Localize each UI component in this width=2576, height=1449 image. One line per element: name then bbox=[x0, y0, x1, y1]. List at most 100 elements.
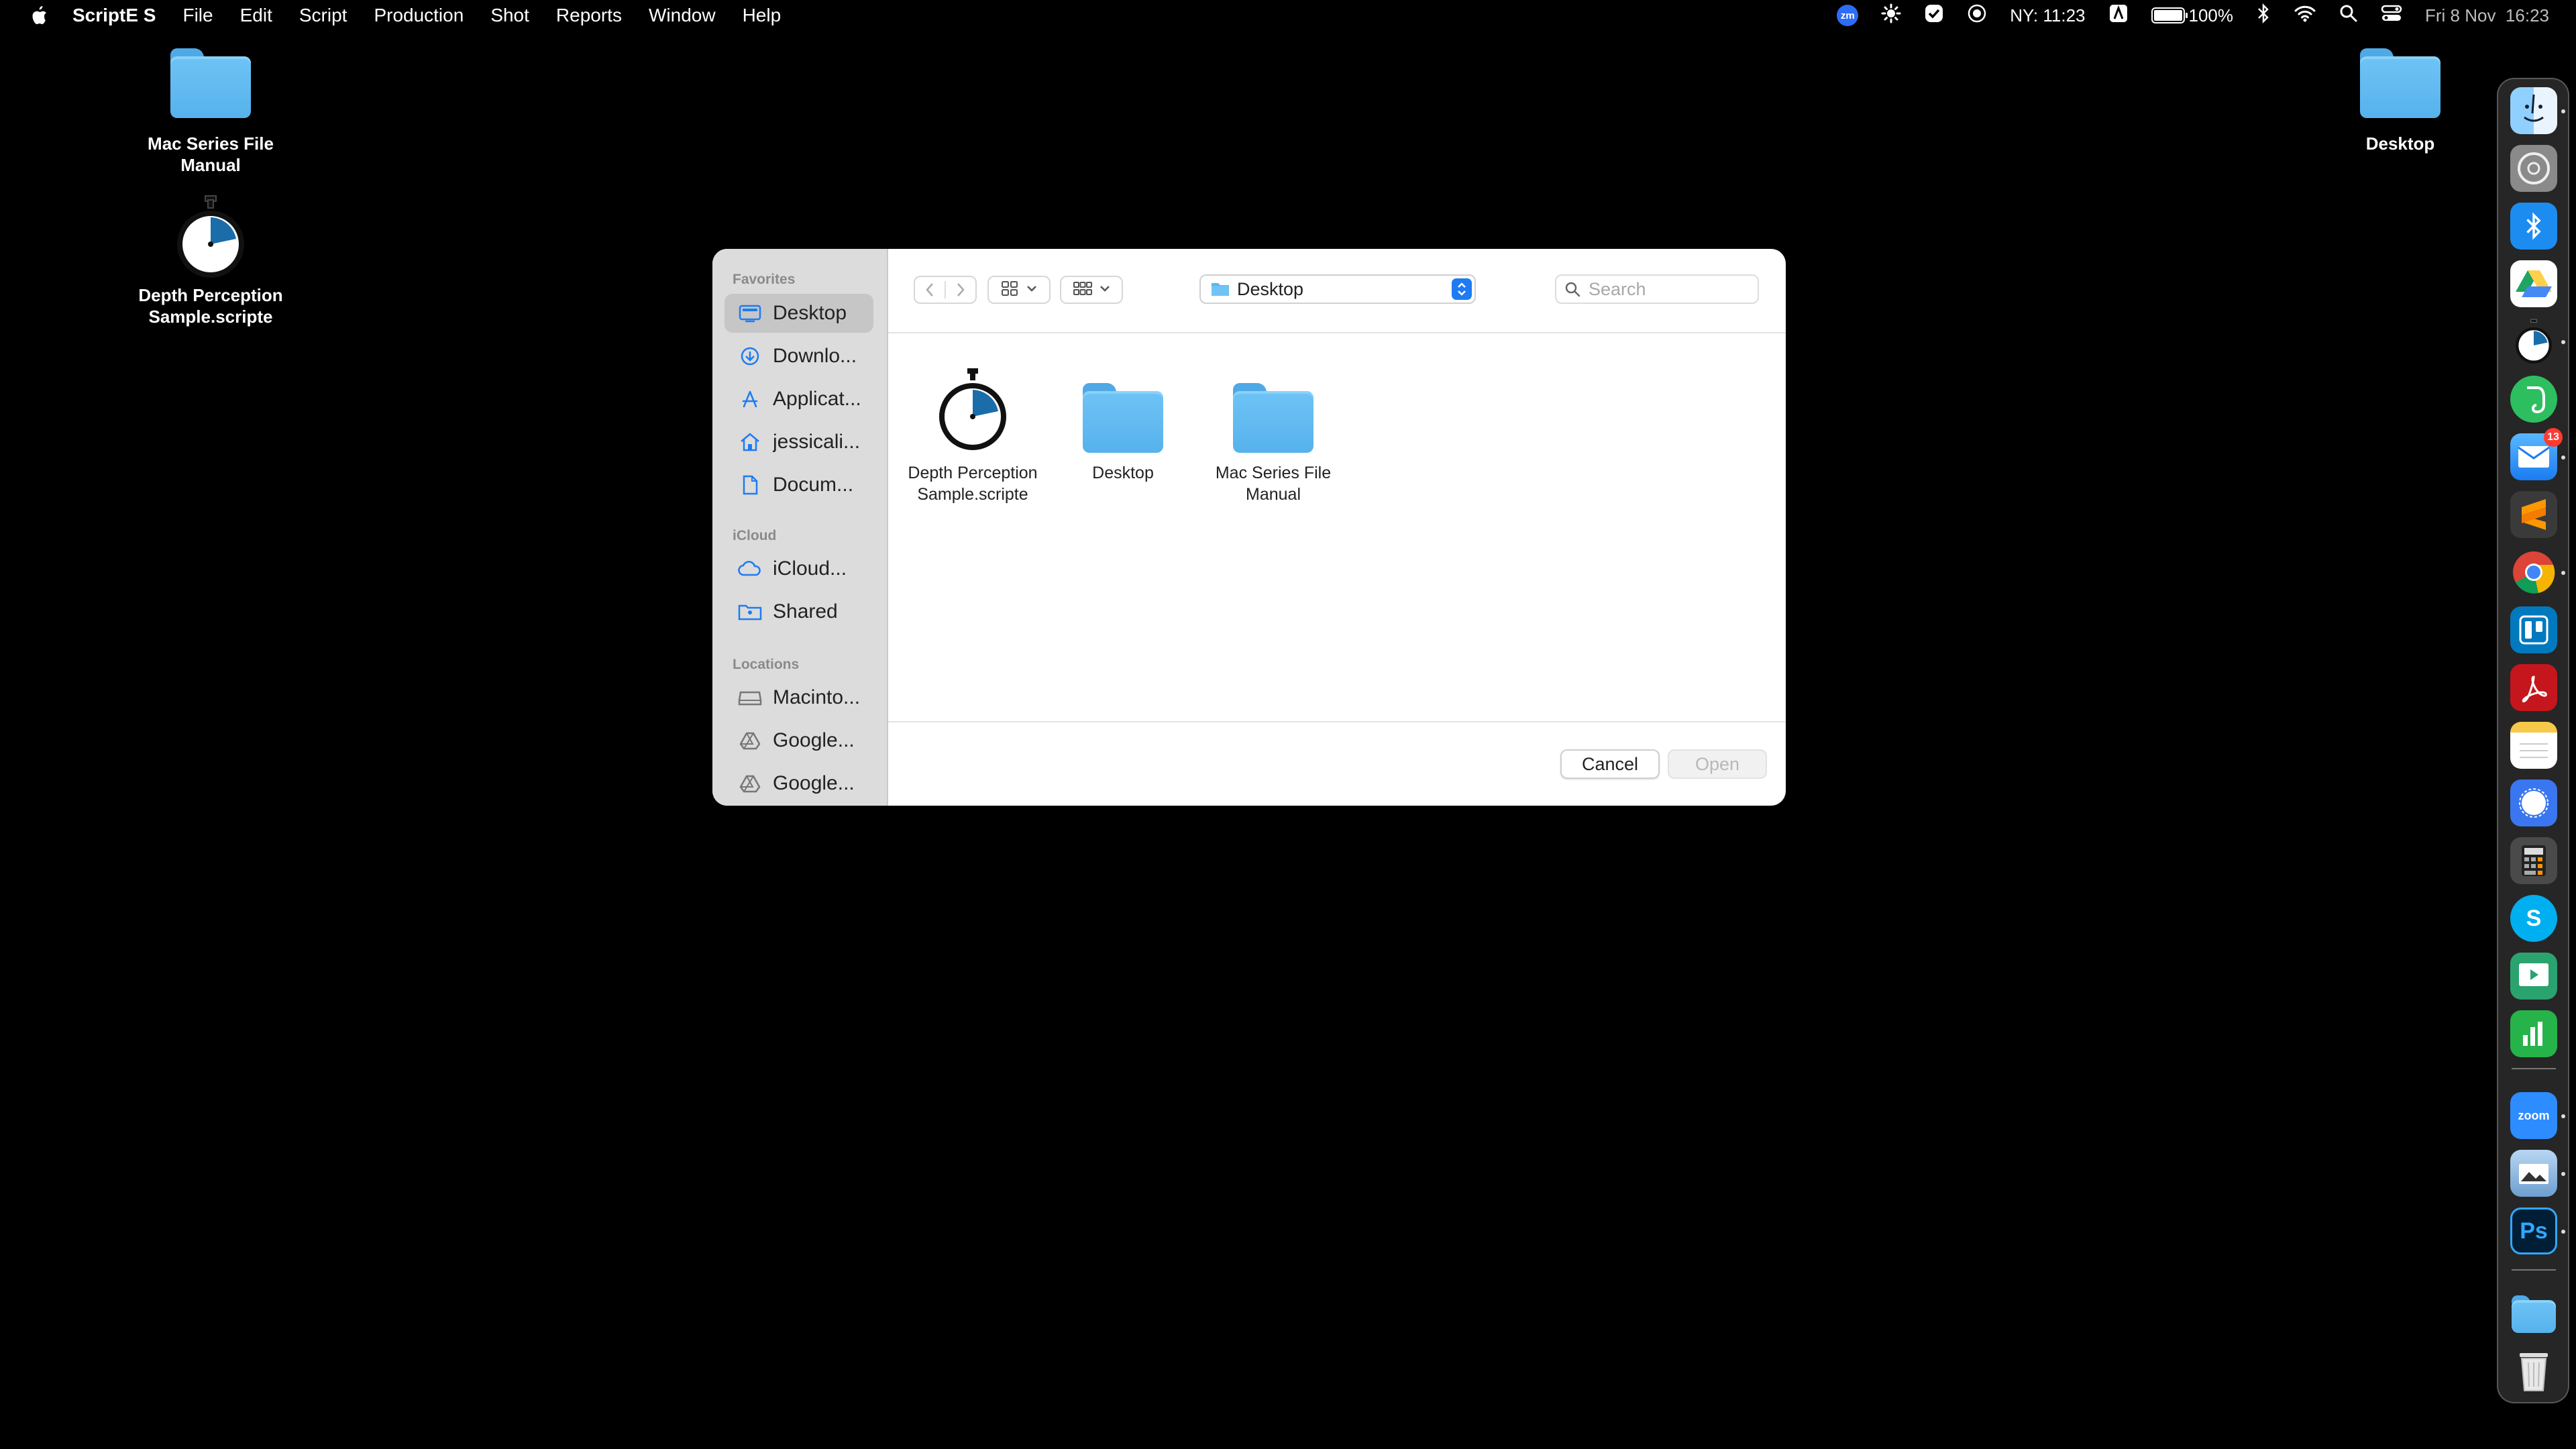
chevron-down-icon bbox=[1099, 284, 1110, 296]
apple-menu-icon[interactable] bbox=[27, 3, 50, 28]
nav-back-forward bbox=[914, 276, 977, 304]
dock-bluetooth-icon[interactable] bbox=[2510, 203, 2557, 250]
dock-evernote-icon[interactable] bbox=[2510, 376, 2557, 423]
control-center-icon[interactable] bbox=[2381, 4, 2402, 28]
up-down-stepper-icon bbox=[1452, 278, 1472, 300]
text-app-icon[interactable] bbox=[2108, 3, 2129, 28]
applications-icon bbox=[737, 389, 763, 409]
sidebar-item-google-drive-1[interactable]: Google... bbox=[724, 721, 873, 760]
cancel-button[interactable]: Cancel bbox=[1560, 749, 1660, 779]
zoom-status-icon[interactable]: zm bbox=[1837, 5, 1859, 26]
dock-mail-icon[interactable]: 13 bbox=[2510, 428, 2563, 480]
chevron-left-icon[interactable] bbox=[915, 282, 945, 297]
dock-photoshop-icon[interactable]: Ps bbox=[2510, 1208, 2557, 1254]
chevron-right-icon[interactable] bbox=[946, 282, 975, 297]
file-menu[interactable]: File bbox=[182, 5, 213, 26]
open-button[interactable]: Open bbox=[1668, 749, 1767, 779]
edit-menu[interactable]: Edit bbox=[240, 5, 272, 26]
skype-label: S bbox=[2526, 905, 2542, 931]
reports-menu[interactable]: Reports bbox=[556, 5, 622, 26]
sidebar-item-label: Applicat... bbox=[773, 388, 861, 410]
stopwatch-icon bbox=[174, 193, 248, 280]
dock-sublime-text-icon[interactable] bbox=[2510, 491, 2557, 538]
sidebar-item-icloud-drive[interactable]: iCloud... bbox=[724, 549, 873, 588]
file-item-mac-series[interactable]: Mac Series File Manual bbox=[1199, 366, 1347, 505]
dock-downloads-folder-icon[interactable] bbox=[2510, 1291, 2557, 1338]
clock-datetime[interactable]: Fri 8 Nov 16:23 bbox=[2425, 5, 2549, 26]
brightness-icon[interactable] bbox=[1881, 3, 1901, 28]
folder-icon bbox=[170, 48, 251, 118]
checkmark-app-icon[interactable] bbox=[1924, 3, 1944, 28]
folder-icon bbox=[1233, 383, 1313, 453]
photoshop-label: Ps bbox=[2520, 1218, 2548, 1244]
sidebar-item-desktop[interactable]: Desktop bbox=[724, 294, 873, 333]
mail-unread-badge: 13 bbox=[2544, 428, 2563, 447]
dialog-toolbar: Desktop bbox=[888, 249, 1786, 333]
dock-trash-icon[interactable] bbox=[2510, 1348, 2557, 1395]
file-name: Mac Series File Manual bbox=[1215, 464, 1332, 504]
google-drive-icon bbox=[737, 731, 763, 750]
production-menu[interactable]: Production bbox=[374, 5, 464, 26]
spotlight-search-icon[interactable] bbox=[2339, 4, 2358, 28]
sidebar-item-home[interactable]: jessicali... bbox=[724, 423, 873, 462]
dock-numbers-icon[interactable] bbox=[2510, 1010, 2557, 1057]
sidebar-item-google-drive-2[interactable]: Google... bbox=[724, 764, 873, 803]
sidebar-item-label: Google... bbox=[773, 729, 855, 751]
dock-signal-icon[interactable] bbox=[2510, 780, 2557, 826]
dock-preview-icon[interactable] bbox=[2510, 1150, 2557, 1197]
dock-calculator-icon[interactable] bbox=[2510, 837, 2557, 884]
dialog-footer: Cancel Open bbox=[888, 721, 1786, 806]
dock-system-settings-icon[interactable] bbox=[2510, 145, 2557, 192]
search-field[interactable] bbox=[1555, 274, 1759, 304]
window-menu[interactable]: Window bbox=[649, 5, 716, 26]
download-icon bbox=[737, 346, 763, 366]
script-menu[interactable]: Script bbox=[299, 5, 347, 26]
shot-menu[interactable]: Shot bbox=[490, 5, 529, 26]
desktop-icon bbox=[737, 304, 763, 323]
dock-chrome-icon[interactable] bbox=[2510, 549, 2557, 596]
gallery-grid-icon bbox=[1073, 280, 1093, 300]
dock-scripte-icon[interactable] bbox=[2510, 318, 2557, 365]
sidebar-item-documents[interactable]: Docum... bbox=[724, 466, 873, 504]
dock-zoom-icon[interactable]: zoom bbox=[2510, 1092, 2557, 1139]
file-item-depth-perception[interactable]: Depth Perception Sample.scripte bbox=[899, 366, 1046, 505]
wifi-icon[interactable] bbox=[2294, 4, 2316, 28]
dock-screen-recorder-icon[interactable] bbox=[2510, 953, 2557, 1000]
folder-icon bbox=[2360, 48, 2440, 118]
sidebar-item-label: Shared bbox=[773, 600, 838, 623]
sidebar-item-label: Desktop bbox=[773, 302, 847, 324]
sidebar-item-label: Google... bbox=[773, 772, 855, 794]
file-name: Desktop bbox=[1092, 464, 1154, 482]
app-name-menu[interactable]: ScriptE S bbox=[72, 5, 156, 26]
battery-status[interactable]: 100% bbox=[2151, 5, 2233, 26]
desktop-icon-mac-series[interactable]: Mac Series File Manual bbox=[123, 48, 298, 176]
dock-finder-icon[interactable] bbox=[2510, 87, 2557, 134]
sidebar-item-shared[interactable]: Shared bbox=[724, 592, 873, 631]
location-popup[interactable]: Desktop bbox=[1199, 274, 1476, 304]
file-item-desktop-folder[interactable]: Desktop bbox=[1049, 366, 1197, 484]
help-menu[interactable]: Help bbox=[743, 5, 782, 26]
sidebar-item-applications[interactable]: Applicat... bbox=[724, 380, 873, 419]
document-icon bbox=[737, 475, 763, 495]
dock-notes-icon[interactable] bbox=[2510, 722, 2557, 769]
dock-acrobat-icon[interactable] bbox=[2510, 664, 2557, 711]
desktop-icon-desktop[interactable]: Desktop bbox=[2313, 48, 2487, 154]
view-mode-button[interactable] bbox=[987, 276, 1051, 304]
desktop-icon-label: Mac Series File Manual bbox=[148, 133, 274, 175]
battery-fill bbox=[2153, 10, 2182, 21]
world-clock[interactable]: NY: 11:23 bbox=[2010, 5, 2085, 26]
sidebar-item-macintosh-hd[interactable]: Macinto... bbox=[724, 678, 873, 717]
file-name: Depth Perception Sample.scripte bbox=[908, 464, 1038, 504]
dock-trello-icon[interactable] bbox=[2510, 606, 2557, 653]
sidebar-item-label: jessicali... bbox=[773, 431, 861, 453]
dock-skype-icon[interactable]: S bbox=[2510, 895, 2557, 942]
search-icon bbox=[1564, 281, 1580, 297]
location-label: Desktop bbox=[1237, 278, 1304, 299]
bluetooth-icon[interactable] bbox=[2256, 3, 2271, 28]
sidebar-item-downloads[interactable]: Downlo... bbox=[724, 337, 873, 376]
record-icon[interactable] bbox=[1967, 3, 1987, 28]
desktop-icon-depth-perception[interactable]: Depth Perception Sample.scripte bbox=[123, 193, 298, 327]
search-input[interactable] bbox=[1587, 278, 1744, 301]
group-by-button[interactable] bbox=[1060, 276, 1123, 304]
dock-google-drive-icon[interactable] bbox=[2510, 260, 2557, 307]
